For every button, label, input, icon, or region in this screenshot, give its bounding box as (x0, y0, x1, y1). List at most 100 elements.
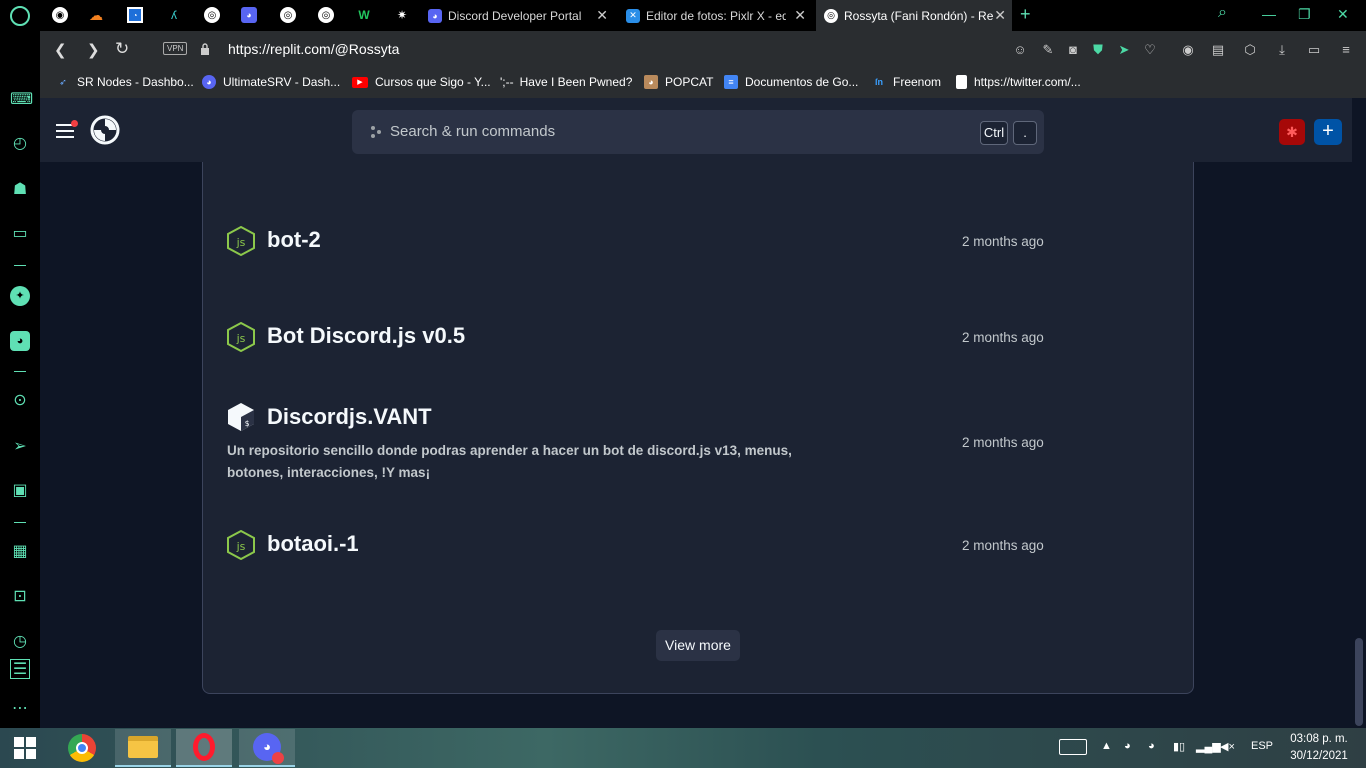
tab-search-icon[interactable]: ⌕ (1218, 4, 1227, 22)
close-tab-icon[interactable]: ✕ (794, 7, 806, 24)
clock-time[interactable]: 03:08 p. m. (1284, 733, 1354, 745)
repl-title[interactable]: botaoi.-1 (267, 531, 359, 557)
emoji-icon[interactable]: ☺ (1012, 42, 1028, 58)
replit-logo-icon[interactable] (90, 115, 120, 145)
repl-title[interactable]: bot-2 (267, 227, 321, 253)
workspaces-icon[interactable]: ▦ (10, 542, 30, 562)
tab-cloudflare-icon[interactable]: ☁ (88, 7, 104, 23)
repl-updated-time: 2 months ago (962, 330, 1044, 345)
tab-globe-icon[interactable]: ◉ (52, 7, 68, 23)
opera-menu-icon[interactable] (10, 6, 30, 26)
new-tab-button[interactable]: + (1020, 4, 1031, 25)
battery-icon[interactable]: ▭ (1306, 42, 1322, 58)
touch-keyboard-icon[interactable] (1059, 739, 1087, 755)
extension-owl-icon[interactable]: ◉ (1180, 42, 1196, 58)
back-icon[interactable]: ❮ (54, 41, 67, 59)
tab-bird-icon[interactable]: ʎ (166, 7, 182, 23)
discord-icon[interactable]: ◕ (10, 331, 30, 351)
tab-replit-icon-3[interactable]: ◎ (318, 7, 334, 23)
minimize-icon[interactable]: — (1262, 6, 1276, 22)
send-icon[interactable]: ➢ (10, 437, 30, 457)
adblock-icon[interactable]: ⛊ (1090, 42, 1106, 58)
tray-volume-muted-icon[interactable]: ◀× (1220, 740, 1235, 753)
tab-discord-developer-portal[interactable]: ◕ Discord Developer Portal ✕ (420, 0, 614, 31)
page-scrollbar[interactable] (1352, 98, 1366, 728)
tab-star-icon[interactable]: ✷ (394, 7, 410, 23)
tray-battery-icon[interactable]: ▮▯ (1173, 740, 1185, 753)
opera-icon (193, 733, 215, 761)
tray-discord-icon[interactable]: ◕ (1124, 740, 1131, 752)
repl-item[interactable]: js botaoi.-1 2 months ago (227, 514, 1057, 574)
history-icon[interactable]: ◷ (10, 632, 30, 652)
bookmark-haveibeenpwned[interactable]: ';-- Have I Been Pwned? (500, 75, 632, 89)
bookmark-ultimatesrv[interactable]: ◕ UltimateSRV - Dash... (202, 75, 340, 89)
repl-item[interactable]: $ Discordjs.VANT Un repositorio sencillo… (227, 388, 1057, 488)
close-tab-icon[interactable]: ✕ (596, 7, 608, 24)
kbd-ctrl: Ctrl (980, 121, 1008, 145)
reload-icon[interactable]: ↻ (115, 39, 129, 59)
repl-title[interactable]: Bot Discord.js v0.5 (267, 323, 465, 349)
nodejs-icon: js (227, 226, 255, 256)
report-bug-icon[interactable]: ✱ (1279, 119, 1305, 145)
sidebar-separator (14, 265, 26, 266)
tab-replit-icon-1[interactable]: ◎ (204, 7, 220, 23)
taskbar-file-explorer[interactable] (115, 729, 171, 767)
taskbar-opera[interactable] (176, 729, 232, 767)
svg-text:js: js (236, 332, 246, 345)
tab-discord-icon[interactable]: ◕ (241, 7, 257, 23)
tab-dashboard-icon[interactable]: ◔ (127, 7, 143, 23)
close-tab-icon[interactable]: ✕ (994, 7, 1006, 24)
bookmark-cursos[interactable]: ▶ Cursos que Sigo - Y... (352, 75, 491, 89)
easy-setup-icon[interactable]: ≡ (1338, 42, 1354, 58)
bookmark-freenom[interactable]: ſn Freenom (872, 75, 941, 89)
create-repl-button[interactable]: + (1314, 119, 1342, 145)
pinboard-icon[interactable]: ⊡ (10, 587, 30, 607)
windows-start-icon[interactable] (14, 737, 36, 759)
clock-date[interactable]: 30/12/2021 (1284, 750, 1354, 762)
show-hidden-icons-icon[interactable]: ▲ (1101, 740, 1112, 752)
twitter-icon[interactable]: ✦ (10, 286, 30, 306)
heart-icon[interactable]: ♡ (1142, 42, 1158, 58)
shopping-bag-icon[interactable]: ☗ (10, 180, 30, 200)
tray-discord-icon-2[interactable]: ◕ (1148, 740, 1155, 752)
send-icon[interactable]: ➤ (1116, 42, 1132, 58)
wallet-icon[interactable]: ▣ (10, 481, 30, 501)
share-icon[interactable]: ✎ (1040, 42, 1056, 58)
page-icon (956, 75, 967, 89)
player-icon[interactable]: ⊙ (10, 391, 30, 411)
vpn-badge[interactable]: VPN (163, 42, 188, 55)
speed-dial-icon[interactable]: ◴ (10, 134, 30, 154)
taskbar-chrome[interactable] (54, 729, 110, 767)
bookmark-google-docs[interactable]: ≡ Documentos de Go... (724, 75, 858, 89)
repl-item[interactable]: js bot-2 2 months ago (227, 210, 1057, 270)
twitch-icon[interactable]: ▭ (10, 224, 30, 244)
url-field[interactable]: https://replit.com/@Rossyta (228, 41, 399, 57)
download-icon[interactable]: ⤓ (1274, 42, 1290, 58)
search-command-bar[interactable]: Search & run commands Ctrl . (352, 110, 1044, 154)
tab-rossyta-replit[interactable]: ◎ Rossyta (Fani Rondón) - Rep ✕ (816, 0, 1012, 31)
close-window-icon[interactable]: ✕ (1337, 6, 1349, 23)
bookmark-popcat[interactable]: ◕ POPCAT (644, 75, 713, 89)
lock-icon[interactable] (200, 43, 210, 55)
bookmark-twitter[interactable]: https://twitter.com/... (956, 75, 1081, 89)
sidebar-active-app-icon[interactable]: ☰ (10, 659, 30, 679)
bookmark-sr-nodes[interactable]: ➶ SR Nodes - Dashbo... (56, 75, 194, 89)
extension-box-icon[interactable]: ▤ (1210, 42, 1226, 58)
snapshot-icon[interactable]: ◙ (1065, 42, 1081, 58)
view-more-button[interactable]: View more (656, 630, 740, 661)
tab-replit-icon-2[interactable]: ◎ (280, 7, 296, 23)
repl-title[interactable]: Discordjs.VANT (267, 404, 432, 430)
browser-tab-strip: ◉ ☁ ◔ ʎ ◎ ◕ ◎ ◎ W ✷ ◕ Discord Developer … (0, 0, 1366, 31)
tab-w-icon[interactable]: W (356, 7, 372, 23)
tray-network-icon[interactable]: ▂▄▆ (1196, 740, 1221, 753)
restore-icon[interactable]: ❐ (1298, 6, 1311, 23)
repl-item[interactable]: js Bot Discord.js v0.5 2 months ago (227, 306, 1057, 366)
taskbar-discord[interactable]: ◕ (239, 729, 295, 767)
tray-language[interactable]: ESP (1251, 740, 1273, 752)
gamepad-icon[interactable]: ⌨ (10, 90, 33, 110)
tab-pixlr[interactable]: ✕ Editor de fotos: Pixlr X - edi ✕ (618, 0, 812, 31)
more-icon[interactable]: ⋯ (10, 699, 30, 719)
cube-icon[interactable]: ⬡ (1242, 42, 1258, 58)
scrollbar-thumb[interactable] (1355, 638, 1363, 726)
forward-icon[interactable]: ❯ (87, 41, 100, 59)
